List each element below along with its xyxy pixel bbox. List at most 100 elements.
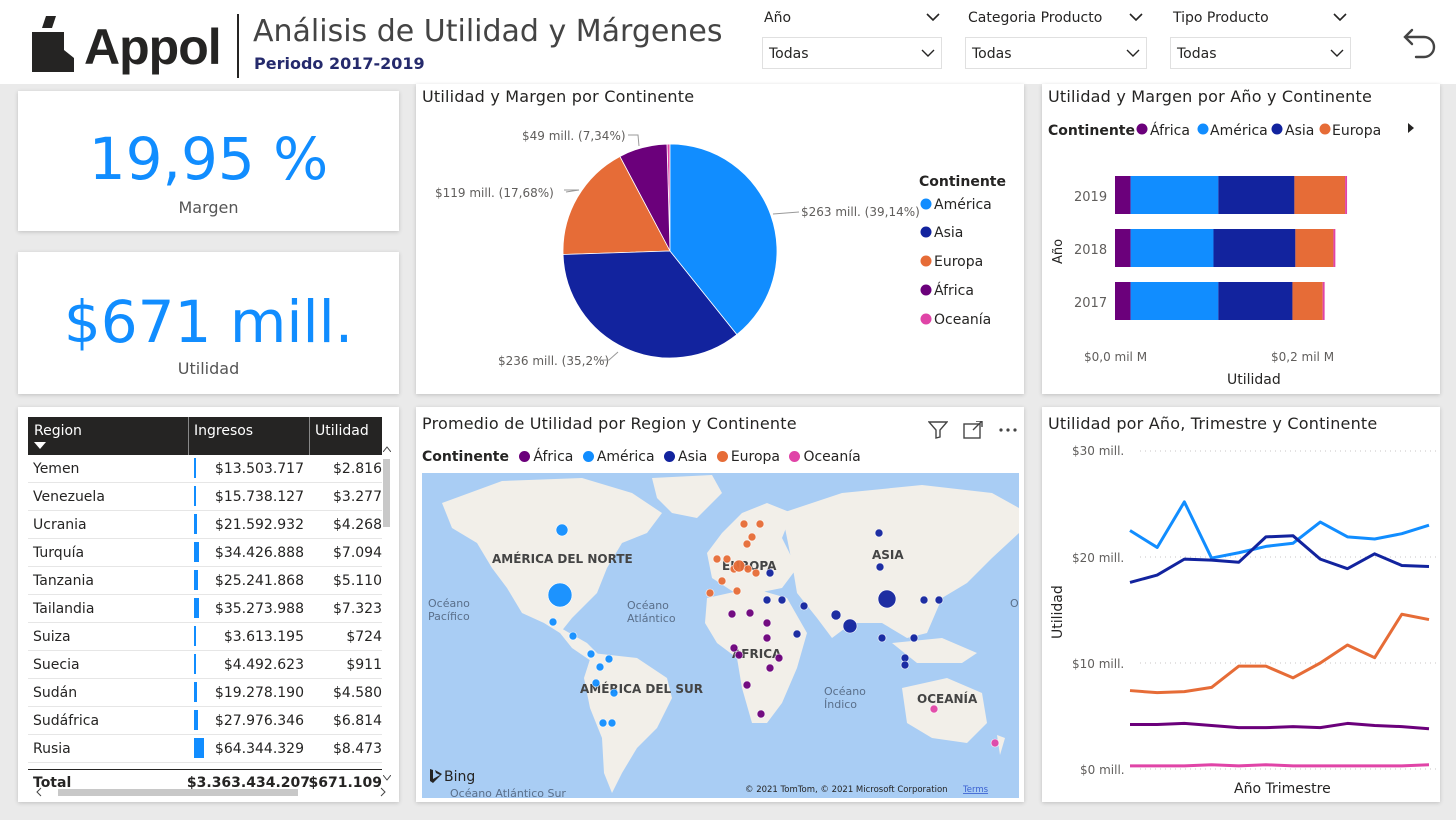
bar-chart-card[interactable]: Utilidad y Margen por Año y Continente C… <box>1042 84 1440 394</box>
map-bubble-asia[interactable] <box>877 633 887 643</box>
scroll-thumb[interactable] <box>383 459 390 527</box>
chevron-down-icon[interactable] <box>1129 12 1143 22</box>
map-bubble-america[interactable] <box>604 654 614 664</box>
map-bubble-america[interactable] <box>609 688 619 698</box>
map-bubble-asia[interactable] <box>875 562 885 572</box>
map-bubble-europa[interactable] <box>722 554 732 564</box>
map-bubble-europa[interactable] <box>732 586 742 596</box>
table-row[interactable]: Turquía $34.426.888 $7.094 <box>28 539 382 567</box>
map-bubble-europa[interactable] <box>732 559 746 573</box>
map-bubble-asia[interactable] <box>792 629 802 639</box>
map-bubble-asia[interactable] <box>830 609 842 621</box>
bar-segment-oceania-2018[interactable] <box>1333 229 1336 267</box>
map-bubble-europa[interactable] <box>742 539 752 549</box>
table-header-utilidad[interactable]: Utilidad <box>315 423 369 439</box>
bar-segment-america-2018[interactable] <box>1130 229 1214 267</box>
map-bubble-america[interactable] <box>548 617 558 627</box>
focus-mode-icon[interactable] <box>963 421 983 439</box>
world-map[interactable]: AMÉRICA DEL NORTE AMÉRICA DEL SUR EUROPA… <box>422 473 1019 798</box>
region-table-card[interactable]: Region Ingresos Utilidad Yemen $13.503.71… <box>18 407 399 802</box>
chevron-down-icon[interactable] <box>1333 12 1347 22</box>
map-terms-link[interactable]: Terms <box>962 785 989 795</box>
map-bubble-america[interactable] <box>568 631 578 641</box>
map-bubble-africa[interactable] <box>765 663 775 673</box>
table-row[interactable]: Sudán $19.278.190 $4.580 <box>28 679 382 707</box>
map-bubble-africa[interactable] <box>762 618 772 628</box>
bar-segment-asia-2018[interactable] <box>1213 229 1296 267</box>
map-bubble-europa[interactable] <box>712 554 722 564</box>
map-bubble-america[interactable] <box>607 718 617 728</box>
scroll-up-icon[interactable] <box>382 446 392 453</box>
line-series-america[interactable] <box>1129 500 1430 560</box>
map-bubble-europa[interactable] <box>705 588 715 598</box>
map-bubble-america[interactable] <box>586 649 596 659</box>
bar-segment-africa-2017[interactable] <box>1115 282 1131 320</box>
line-chart-card[interactable]: Utilidad por Año, Trimestre y Continente… <box>1042 407 1440 802</box>
bar-segment-africa-2019[interactable] <box>1115 176 1131 214</box>
bar-segment-africa-2018[interactable] <box>1115 229 1131 267</box>
map-bubble-europa[interactable] <box>743 564 753 574</box>
map-bubble-africa[interactable] <box>756 709 766 719</box>
table-row[interactable]: Suiza $3.613.195 $724 <box>28 623 382 651</box>
map-bubble-asia[interactable] <box>874 528 884 538</box>
map-bubble-asia[interactable] <box>919 595 929 605</box>
table-row[interactable]: Tanzania $25.241.868 $5.110 <box>28 567 382 595</box>
line-series-oceania[interactable] <box>1130 763 1430 768</box>
table-vscrollbar[interactable] <box>382 437 392 781</box>
map-card[interactable]: Promedio de Utilidad por Region y Contin… <box>416 407 1024 802</box>
map-bubble-europa[interactable] <box>755 519 765 529</box>
chevron-down-icon[interactable] <box>926 12 940 22</box>
map-bubble-africa[interactable] <box>745 608 755 618</box>
map-bubble-asia[interactable] <box>842 618 858 634</box>
table-row[interactable]: Tailandia $35.273.988 $7.323 <box>28 595 382 623</box>
pie-chart-card[interactable]: Utilidad y Margen por Continente $263 mi… <box>416 84 1024 394</box>
bar-segment-oceania-2019[interactable] <box>1345 176 1348 214</box>
map-bubble-europa[interactable] <box>717 576 727 586</box>
map-bubble-africa[interactable] <box>774 653 784 663</box>
map-bubble-asia[interactable] <box>934 595 944 605</box>
table-row[interactable]: Suecia $4.492.623 $911 <box>28 651 382 679</box>
map-bubble-asia[interactable] <box>777 595 787 605</box>
bar-segment-america-2019[interactable] <box>1130 176 1219 214</box>
legend-next-arrow-icon[interactable] <box>1408 123 1414 133</box>
map-bubble-africa[interactable] <box>727 609 737 619</box>
bar-segment-asia-2017[interactable] <box>1218 282 1293 320</box>
kpi-margin-card[interactable]: 19,95 % Margen <box>18 91 399 231</box>
map-bubble-africa[interactable] <box>729 643 739 653</box>
slicer-category-dropdown[interactable]: Todas <box>965 37 1147 69</box>
more-options-icon[interactable] <box>998 427 1018 433</box>
map-bubble-asia[interactable] <box>765 568 775 578</box>
map-bubble-africa[interactable] <box>762 633 772 643</box>
table-row[interactable]: Venezuela $15.738.127 $3.277 <box>28 483 382 511</box>
sort-desc-icon[interactable] <box>34 442 46 450</box>
map-legend-africa-item[interactable]: África <box>519 449 573 465</box>
map-bubble-europa[interactable] <box>747 532 757 542</box>
slicer-year-dropdown[interactable]: Todas <box>762 37 942 69</box>
bar-segment-europa-2017[interactable] <box>1292 282 1323 320</box>
map-bubble-oceania[interactable] <box>990 738 1000 748</box>
map-bubble-asia[interactable] <box>900 660 910 670</box>
back-arrow-icon[interactable] <box>1402 26 1438 60</box>
kpi-profit-card[interactable]: $671 mill. Utilidad <box>18 252 399 394</box>
map-legend-oceania-item[interactable]: Oceanía <box>789 449 861 465</box>
slicer-type-dropdown[interactable]: Todas <box>1170 37 1351 69</box>
bar-segment-america-2017[interactable] <box>1130 282 1219 320</box>
scroll-down-icon[interactable] <box>383 775 391 781</box>
map-bubble-asia[interactable] <box>799 601 809 611</box>
map-bubble-europa[interactable] <box>739 519 749 529</box>
map-bubble-oceania[interactable] <box>929 704 939 714</box>
table-hscrollbar[interactable] <box>36 787 386 797</box>
bar-segment-oceania-2017[interactable] <box>1322 282 1325 320</box>
map-legend-america-item[interactable]: América <box>582 449 655 465</box>
table-header-ingresos[interactable]: Ingresos <box>194 423 253 439</box>
map-bubble-asia[interactable] <box>762 595 772 605</box>
line-series-europa[interactable] <box>1129 612 1430 695</box>
line-series-africa[interactable] <box>1130 721 1430 731</box>
scroll-left-icon[interactable] <box>36 787 42 797</box>
bar-segment-europa-2019[interactable] <box>1294 176 1346 214</box>
map-legend-asia-item[interactable]: Asia <box>664 449 707 465</box>
map-bubble-africa[interactable] <box>734 650 744 660</box>
map-legend-europa-item[interactable]: Europa <box>716 449 780 465</box>
map-bubble-europa[interactable] <box>751 568 761 578</box>
map-bubble-america[interactable] <box>547 582 573 608</box>
